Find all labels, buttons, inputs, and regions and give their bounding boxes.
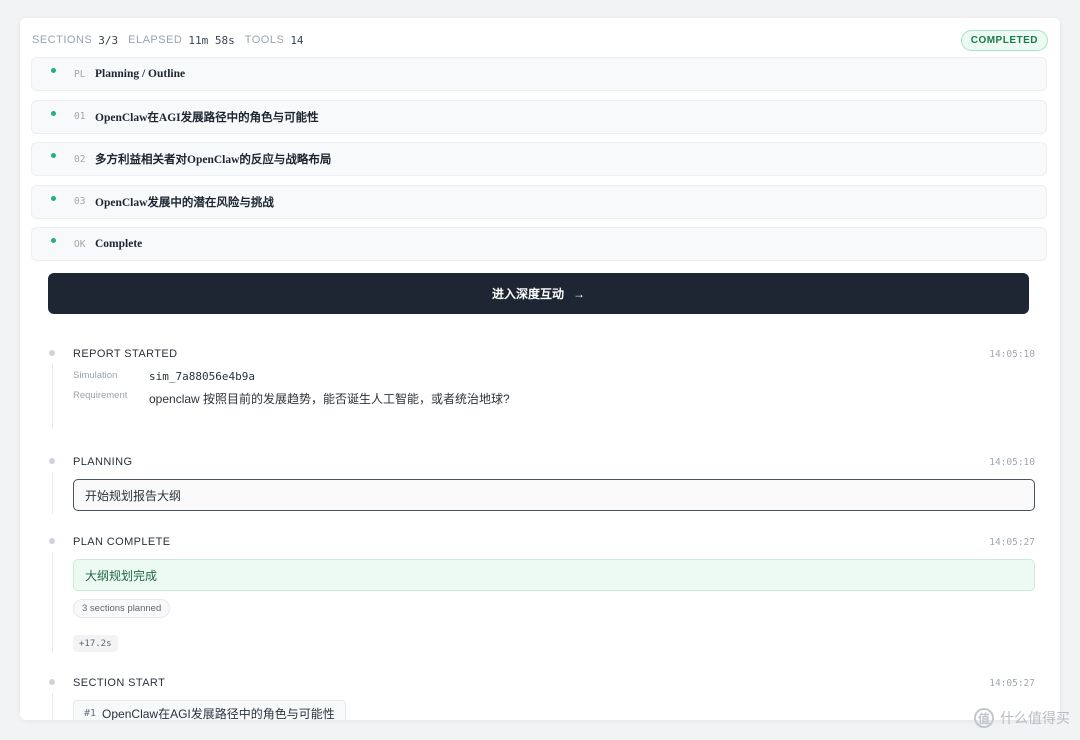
elapsed-value: 11m 58s (188, 33, 235, 47)
arrow-right-icon: → (573, 286, 585, 301)
planning-message: 开始规划报告大纲 (73, 479, 1035, 511)
section-item-02[interactable]: 02 多方利益相关者对OpenClaw的反应与战略布局 (31, 142, 1047, 176)
section-chip-title: OpenClaw在AGI发展路径中的角色与可能性 (102, 707, 335, 720)
section-title: OpenClaw发展中的潜在风险与挑战 (95, 196, 274, 209)
event-time: 14:05:27 (989, 678, 1035, 689)
event-planning: PLANNING 14:05:10 开始规划报告大纲 (20, 444, 1060, 514)
status-dot-icon (51, 238, 56, 243)
section-list: PL Planning / Outline 01 OpenClaw在AGI发展路… (31, 57, 1047, 270)
tools-value: 14 (290, 33, 304, 47)
event-plan-complete: PLAN COMPLETE 14:05:27 大纲规划完成 3 sections… (20, 524, 1060, 652)
section-code: 02 (74, 153, 86, 165)
section-code: 03 (74, 196, 86, 207)
timeline-line (52, 364, 53, 428)
section-number: #1 (84, 708, 97, 719)
event-title: PLANNING (73, 456, 133, 468)
section-title: 多方利益相关者对OpenClaw的反应与战略布局 (95, 154, 332, 166)
status-badge: COMPLETED (960, 29, 1048, 51)
timeline-line (52, 693, 53, 720)
requirement-value: openclaw 按照目前的发展趋势，能否诞生人工智能，或者统治地球? (149, 392, 510, 406)
elapsed-label: ELAPSED (128, 34, 183, 46)
timeline-dot-icon (49, 679, 55, 685)
timeline-dot-icon (49, 458, 55, 464)
timeline-dot-icon (49, 350, 55, 356)
timeline-line (52, 472, 53, 514)
deep-interaction-button[interactable]: 进入深度互动 → (48, 273, 1029, 314)
sections-planned-pill: 3 sections planned (73, 599, 171, 618)
zhi-icon: 值 (974, 708, 994, 728)
event-title: PLAN COMPLETE (73, 536, 171, 548)
event-title: REPORT STARTED (73, 348, 178, 360)
timeline-dot-icon (49, 538, 55, 544)
event-section-start: SECTION START 14:05:27 #1 OpenClaw在AGI发展… (20, 665, 1060, 720)
section-item-03[interactable]: 03 OpenClaw发展中的潜在风险与挑战 (31, 184, 1047, 219)
simulation-label: Simulation (73, 370, 118, 381)
simulation-value: sim_7a88056e4b9a (149, 370, 255, 383)
watermark-text: 什么值得买 (1000, 710, 1070, 726)
cta-label: 进入深度互动 (491, 287, 564, 301)
status-dot-icon (51, 68, 56, 73)
watermark: 值 什么值得买 (974, 708, 1070, 728)
requirement-label: Requirement (73, 390, 128, 401)
tools-label: TOOLS (244, 34, 285, 46)
section-item-complete[interactable]: OK Complete (31, 227, 1047, 261)
section-title: Planning / Outline (95, 68, 186, 80)
sections-value: 3/3 (98, 33, 119, 47)
section-item-01[interactable]: 01 OpenClaw在AGI发展路径中的角色与可能性 (31, 99, 1047, 134)
duration-tag: +17.2s (73, 635, 118, 652)
status-dot-icon (51, 153, 56, 158)
event-report-started: REPORT STARTED 14:05:10 Simulation sim_7… (20, 336, 1060, 428)
timeline-line (52, 552, 53, 652)
section-title: OpenClaw在AGI发展路径中的角色与可能性 (95, 111, 319, 124)
status-bar: SECTIONS 3/3 ELAPSED 11m 58s TOOLS 14 CO… (32, 28, 1048, 52)
sections-label: SECTIONS (32, 34, 93, 46)
report-card: SECTIONS 3/3 ELAPSED 11m 58s TOOLS 14 CO… (20, 18, 1060, 720)
section-chip[interactable]: #1 OpenClaw在AGI发展路径中的角色与可能性 (73, 700, 346, 720)
section-item-planning[interactable]: PL Planning / Outline (31, 57, 1047, 91)
event-title: SECTION START (73, 677, 166, 689)
section-code: PL (74, 68, 86, 80)
section-code: 01 (74, 111, 86, 122)
section-code: OK (74, 238, 86, 250)
status-dot-icon (51, 195, 56, 201)
event-time: 14:05:27 (989, 537, 1035, 548)
event-time: 14:05:10 (989, 349, 1035, 360)
section-title: Complete (95, 238, 143, 250)
plan-complete-message: 大纲规划完成 (73, 559, 1035, 591)
event-time: 14:05:10 (989, 457, 1035, 468)
status-dot-icon (51, 110, 56, 116)
